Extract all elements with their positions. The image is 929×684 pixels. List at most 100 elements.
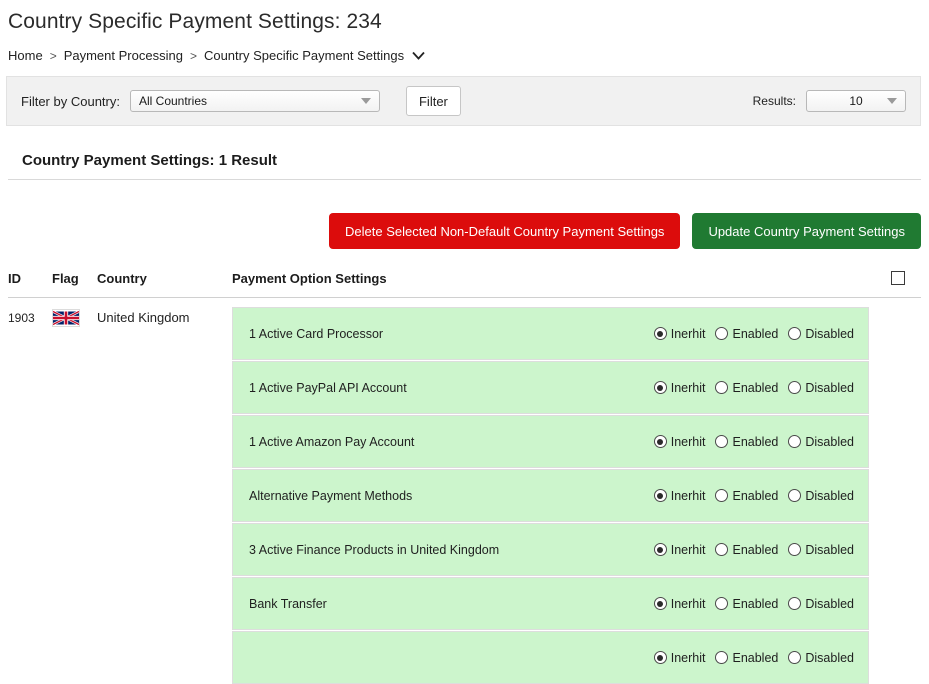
breadcrumb-item-home[interactable]: Home [8,48,43,63]
radio-label-inherit: Inerhit [670,650,706,665]
radio-choice-disabled[interactable]: Disabled [788,327,854,341]
column-header-country: Country [97,271,147,286]
payment-option-row: 1 Active PayPal API Account Inerhit Enable… [232,361,869,414]
radio-enabled[interactable] [715,597,729,610]
radio-choice-inherit[interactable]: Inerhit [653,596,706,611]
radio-choice-enabled[interactable]: Enabled [715,543,778,557]
results-select[interactable]: 10 [806,90,906,112]
payment-option-choices: Inerhit Enabled Disabled [653,650,854,665]
update-country-payment-settings-button[interactable]: Update Country Payment Settings [692,213,921,249]
column-header-select-all [875,271,921,285]
payment-option-label: 3 Active Finance Products in United King… [249,542,500,557]
payment-option-label: 1 Active PayPal API Account [249,380,407,395]
select-all-checkbox[interactable] [891,271,905,285]
column-header-id: ID [8,271,21,286]
radio-choice-enabled[interactable]: Enabled [715,435,778,449]
radio-choice-inherit[interactable]: Inerhit [653,435,705,449]
filter-controls: Filter by Country: All Countries Filter [21,86,461,116]
radio-choice-enabled[interactable]: Enabled [715,651,778,665]
radio-enabled[interactable] [715,651,729,664]
results-label: Results: [752,94,796,108]
radio-choice-disabled[interactable]: Disabled [788,597,854,611]
radio-enabled[interactable] [715,381,729,394]
payment-option-label: 1 Active Card Processor [249,326,384,341]
breadcrumb-item-payment-processing[interactable]: Payment Processing [64,48,183,63]
radio-label-enabled: Enabled [732,434,779,449]
radio-choice-inherit[interactable]: Inerhit [653,543,705,557]
radio-disabled[interactable] [788,489,802,502]
country-select[interactable]: All Countries [129,90,380,112]
breadcrumb-separator: > [49,48,57,63]
radio-choice-inherit[interactable]: Inerhit [653,488,706,503]
payment-option-row: 3 Active Finance Products in United King… [232,523,869,576]
radio-choice-inherit[interactable]: Inerhit [653,650,706,665]
payment-option-row: 1 Active Card Processor Inerhit Enabled Dis… [232,307,869,360]
radio-disabled[interactable] [788,597,802,610]
country-settings-table: ID Flag Country Payment Option Settings … [0,271,929,684]
radio-inherit[interactable] [653,435,667,448]
radio-choice-inherit[interactable]: Inerhit [653,327,705,341]
radio-inherit[interactable] [653,543,667,556]
radio-choice-disabled[interactable]: Disabled [788,435,854,449]
cell-flag [52,307,97,327]
payment-option-label: Alternative Payment Methods [249,488,413,503]
radio-label-inherit: Inerhit [670,488,706,503]
radio-label-inherit: Inerhit [670,380,706,395]
radio-choice-disabled[interactable]: Disabled [788,489,854,503]
payment-option-choices: Inerhit Enabled Disabled [653,435,854,449]
delete-selected-settings-button[interactable]: Delete Selected Non-Default Country Paym… [329,213,681,249]
radio-inherit[interactable] [653,381,667,394]
radio-disabled[interactable] [788,651,802,664]
radio-enabled[interactable] [715,543,729,556]
triangle-down-icon [360,98,371,104]
payment-option-choices: Inerhit Enabled Disabled [653,596,854,611]
radio-choice-enabled[interactable]: Enabled [715,327,778,341]
radio-label-inherit: Inerhit [670,596,706,611]
radio-label-disabled: Disabled [805,596,854,611]
cell-id: 1903 [8,311,35,325]
results-controls: Results: 10 [753,90,906,112]
radio-label-enabled: Enabled [732,326,779,341]
section-divider [8,179,921,180]
radio-label-enabled: Enabled [732,596,779,611]
radio-inherit[interactable] [653,489,667,502]
payment-option-row: 1 Active Amazon Pay Account Inerhit Enable… [232,415,869,468]
radio-inherit[interactable] [653,327,667,340]
radio-disabled[interactable] [788,381,802,394]
action-buttons: Delete Selected Non-Default Country Paym… [0,213,921,249]
radio-label-enabled: Enabled [732,380,779,395]
breadcrumb-separator: > [189,48,197,63]
filter-button[interactable]: Filter [405,86,461,116]
column-header-flag: Flag [52,271,79,286]
radio-choice-inherit[interactable]: Inerhit [653,380,706,395]
radio-choice-enabled[interactable]: Enabled [715,489,778,503]
breadcrumb-item-country-specific-payment-settings[interactable]: Country Specific Payment Settings [204,48,404,63]
radio-inherit[interactable] [653,651,667,664]
radio-label-disabled: Disabled [805,380,854,395]
radio-choice-enabled[interactable]: Enabled [715,381,778,395]
chevron-down-icon[interactable] [412,51,425,60]
radio-label-disabled: Disabled [805,326,854,341]
radio-choice-disabled[interactable]: Disabled [788,651,854,665]
payment-option-choices: Inerhit Enabled Disabled [653,327,854,341]
results-select-value: 10 [849,94,863,108]
payment-option-list: 1 Active Card Processor Inerhit Enabled Dis… [232,307,921,684]
column-header-payment-option-settings: Payment Option Settings [232,271,387,286]
radio-disabled[interactable] [788,435,802,448]
radio-choice-disabled[interactable]: Disabled [788,543,854,557]
filter-by-country-label: Filter by Country: [21,93,120,109]
radio-label-disabled: Disabled [805,650,854,665]
radio-disabled[interactable] [788,543,802,556]
radio-choice-disabled[interactable]: Disabled [788,381,854,395]
radio-enabled[interactable] [715,327,729,340]
radio-disabled[interactable] [788,327,802,340]
radio-enabled[interactable] [715,489,729,502]
radio-choice-enabled[interactable]: Enabled [715,597,778,611]
breadcrumb: Home > Payment Processing > Country Spec… [0,34,929,63]
radio-inherit[interactable] [653,597,667,610]
triangle-down-icon [887,98,897,104]
payment-option-choices: Inerhit Enabled Disabled [653,488,854,503]
payment-option-label: 1 Active Amazon Pay Account [249,434,415,449]
radio-enabled[interactable] [715,435,729,448]
united-kingdom-flag-icon [52,309,80,327]
